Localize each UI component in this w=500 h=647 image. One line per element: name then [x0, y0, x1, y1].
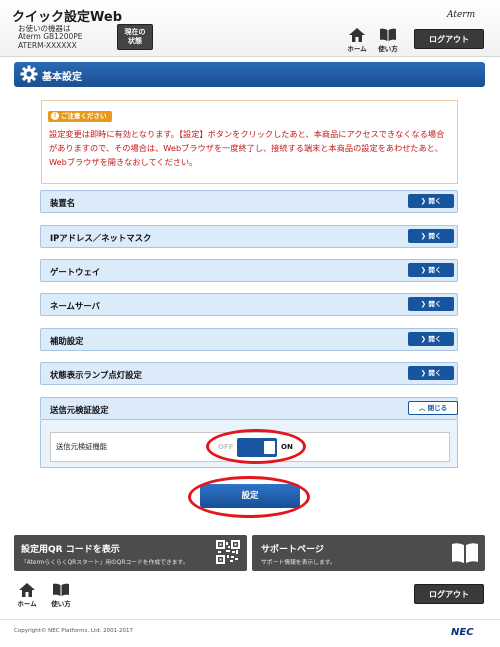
open-button[interactable]: ❯ 開く: [408, 194, 454, 208]
accordion-device-name[interactable]: [40, 190, 458, 213]
book-icon: [451, 542, 479, 568]
help-button[interactable]: 使い方: [373, 28, 403, 53]
section-title-bar: [14, 62, 485, 87]
status-button-line2: 状態: [128, 37, 142, 45]
footer-logout-button[interactable]: ログアウト: [414, 584, 484, 604]
help-label: 使い方: [378, 45, 398, 53]
warning-icon: !: [51, 112, 59, 120]
accordion-label: ゲートウェイ: [50, 267, 101, 277]
book-icon: [380, 28, 396, 41]
footer-help-button[interactable]: 使い方: [46, 583, 76, 608]
open-button-label: 開く: [428, 369, 442, 377]
footer-divider: [0, 619, 500, 620]
close-button[interactable]: ︿ 閉じる: [408, 401, 458, 415]
qr-code-icon: [216, 540, 240, 568]
open-button[interactable]: ❯ 開く: [408, 297, 454, 311]
accordion-gateway[interactable]: [40, 259, 458, 282]
aterm-logo: Aterm: [447, 10, 476, 20]
device-model: Aterm GB1200PE: [18, 32, 83, 41]
status-button-line1: 現在の: [124, 28, 146, 36]
qr-code-panel[interactable]: 設定用QR コードを表示 「AtermらくらくQRスタート」用のQRコードを作成…: [14, 535, 247, 571]
footer-help-label: 使い方: [51, 600, 71, 608]
open-button[interactable]: ❯ 開く: [408, 332, 454, 346]
accordion-auxiliary-settings[interactable]: [40, 328, 458, 351]
accordion-label: 状態表示ランプ点灯設定: [50, 370, 142, 380]
gear-icon: [20, 65, 38, 87]
qr-panel-title: 設定用QR コードを表示: [21, 545, 120, 555]
open-button-label: 開く: [428, 335, 442, 343]
page-title: 基本設定: [42, 72, 82, 83]
support-panel-subtitle: サポート情報を表示します。: [261, 560, 336, 566]
home-button[interactable]: ホーム: [342, 28, 372, 53]
highlight-ring-setting: [188, 476, 310, 518]
home-icon: [349, 28, 365, 42]
accordion-label: 補助設定: [50, 336, 84, 346]
caution-text: 設定変更は即時に有効となります。【設定】ボタンをクリックしたあと、本商品にアクセ…: [49, 129, 445, 167]
open-button-label: 開く: [428, 266, 442, 274]
footer-home-label: ホーム: [17, 600, 37, 608]
source-verification-label: 送信元検証機能: [56, 442, 108, 451]
logout-button[interactable]: ログアウト: [414, 29, 484, 49]
copyright: Copyright© NEC Platforms, Ltd. 2001-2017: [14, 628, 134, 634]
footer-home-button[interactable]: ホーム: [12, 583, 42, 608]
open-button-label: 開く: [428, 197, 442, 205]
caution-badge-text: ご注意ください: [61, 112, 107, 120]
accordion-label: ネームサーバ: [50, 301, 100, 311]
device-id: ATERM-XXXXXX: [18, 41, 77, 50]
accordion-label: 装置名: [50, 198, 76, 208]
open-button-label: 開く: [428, 232, 442, 240]
book-icon: [53, 583, 69, 596]
open-button[interactable]: ❯ 開く: [408, 366, 454, 380]
open-button-label: 開く: [428, 300, 442, 308]
accordion-label: IPアドレス／ネットマスク: [50, 233, 152, 243]
close-button-label: 閉じる: [427, 404, 448, 412]
nec-logo: NEC: [451, 627, 474, 638]
qr-panel-subtitle: 「AtermらくらくQRスタート」用のQRコードを作成できます。: [21, 560, 189, 566]
caution-badge: ! ご注意ください: [48, 111, 112, 122]
support-page-panel[interactable]: サポートページ サポート情報を表示します。: [252, 535, 485, 571]
home-label: ホーム: [347, 45, 367, 53]
current-status-button[interactable]: 現在の 状態: [117, 24, 153, 50]
chevron-up-icon: ︿: [418, 404, 428, 412]
home-icon: [19, 583, 35, 597]
open-button[interactable]: ❯ 開く: [408, 229, 454, 243]
support-panel-title: サポートページ: [261, 545, 324, 555]
accordion-name-server[interactable]: [40, 293, 458, 316]
accordion-label: 送信元検証設定: [50, 405, 109, 415]
highlight-ring-toggle: [206, 429, 306, 464]
open-button[interactable]: ❯ 開く: [408, 263, 454, 277]
